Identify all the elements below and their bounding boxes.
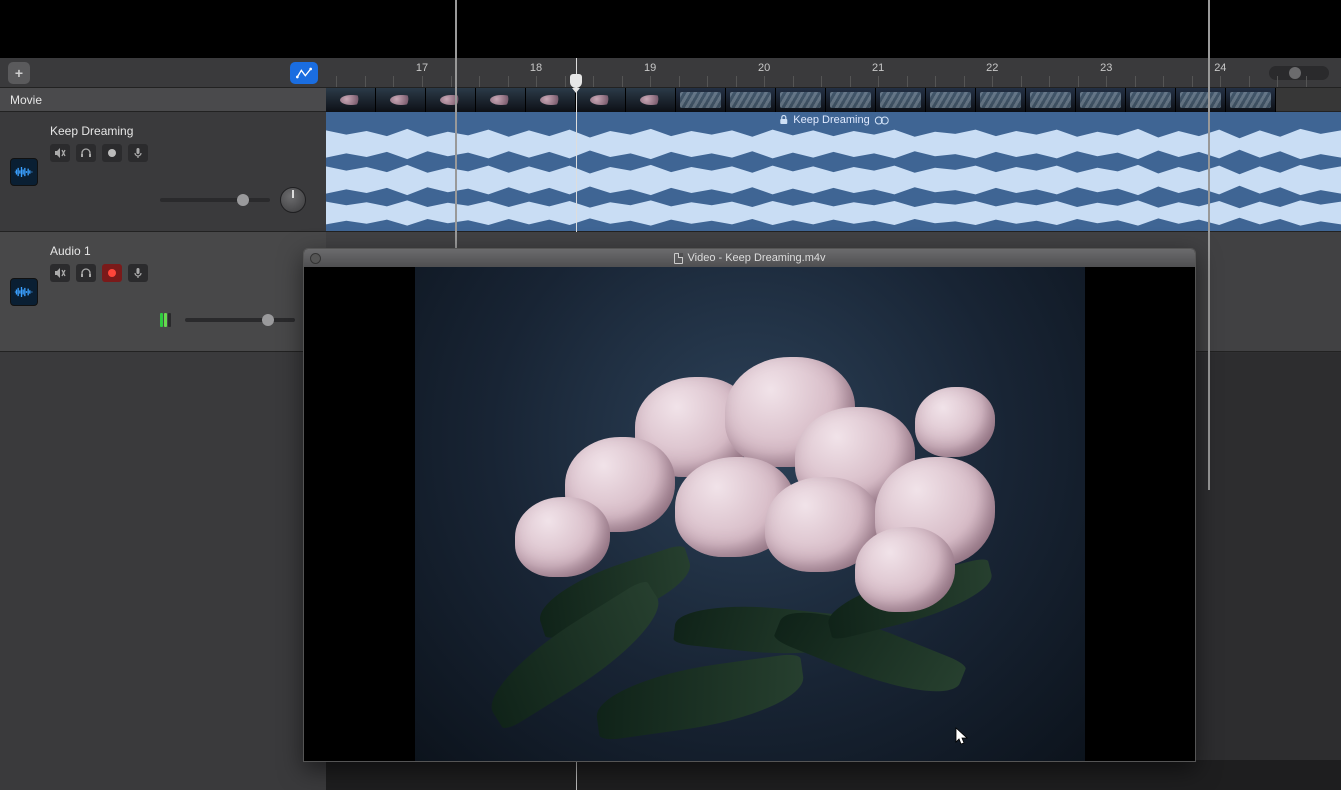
movie-thumbnail[interactable]	[726, 88, 776, 112]
track-mix-row	[160, 187, 306, 213]
stereo-icon	[875, 116, 889, 125]
ruler-tick-label: 18	[530, 62, 542, 74]
track-controls	[50, 264, 316, 282]
track-icon	[10, 158, 38, 186]
headphones-icon	[80, 147, 92, 159]
solo-button[interactable]	[76, 144, 96, 162]
movie-thumbnail[interactable]	[626, 88, 676, 112]
movie-thumbnail[interactable]	[1026, 88, 1076, 112]
level-meter	[160, 313, 171, 327]
ruler-tick-label: 22	[986, 62, 998, 74]
ruler-tick-label: 23	[1100, 62, 1112, 74]
bottom-playhead	[576, 760, 577, 790]
movie-thumbnail[interactable]	[776, 88, 826, 112]
solo-button[interactable]	[76, 264, 96, 282]
clip-label: Keep Dreaming	[793, 114, 869, 126]
ruler-tick-label: 17	[416, 62, 428, 74]
movie-thumbnail[interactable]	[326, 88, 376, 112]
bottom-strip	[326, 760, 1341, 790]
movie-thumbnail[interactable]	[576, 88, 626, 112]
movie-lane-header[interactable]: Movie	[0, 88, 326, 112]
playhead-handle[interactable]	[570, 74, 582, 88]
movie-thumbnail[interactable]	[1226, 88, 1276, 112]
playhead[interactable]	[576, 58, 577, 232]
ruler-tick-label: 19	[644, 62, 656, 74]
mute-icon	[54, 267, 66, 279]
track-controls	[50, 144, 316, 162]
cycle-end-marker[interactable]	[1208, 0, 1210, 490]
automation-icon	[296, 66, 312, 80]
cursor-icon	[955, 727, 969, 745]
video-window-title: Video - Keep Dreaming.m4v	[674, 252, 826, 264]
track-header-panel: + Movie Keep Dreaming	[0, 58, 326, 790]
mute-icon	[54, 147, 66, 159]
close-button[interactable]	[310, 253, 321, 264]
record-icon	[108, 269, 116, 277]
mic-icon	[132, 147, 144, 159]
record-icon	[108, 149, 116, 157]
add-track-button[interactable]: +	[8, 62, 30, 84]
ruler[interactable]: 161718192021222324	[326, 58, 1341, 88]
movie-thumbnail[interactable]	[426, 88, 476, 112]
top-black-bar	[0, 0, 1341, 58]
pan-knob[interactable]	[280, 187, 306, 213]
track-name-label: Audio 1	[50, 244, 316, 258]
video-preview-body	[304, 267, 1195, 761]
ruler-tick-label: 21	[872, 62, 884, 74]
input-monitor-button[interactable]	[128, 264, 148, 282]
mic-icon	[132, 267, 144, 279]
movie-thumbnail[interactable]	[476, 88, 526, 112]
app-root: + Movie Keep Dreaming	[0, 0, 1341, 790]
ruler-tick-label: 20	[758, 62, 770, 74]
document-icon	[674, 253, 683, 264]
mute-button[interactable]	[50, 144, 70, 162]
waveform-icon	[14, 164, 34, 180]
movie-thumbnail[interactable]	[826, 88, 876, 112]
ruler-tick-label: 24	[1214, 62, 1226, 74]
track-icon	[10, 278, 38, 306]
video-window-titlebar[interactable]: Video - Keep Dreaming.m4v	[304, 249, 1195, 267]
waveform-icon	[14, 284, 34, 300]
panel-header: +	[0, 58, 326, 88]
record-enable-button[interactable]	[102, 264, 122, 282]
volume-slider[interactable]	[160, 198, 270, 202]
movie-lane[interactable]	[326, 88, 1341, 112]
input-monitor-button[interactable]	[128, 144, 148, 162]
video-frame	[415, 267, 1085, 762]
mute-button[interactable]	[50, 264, 70, 282]
track-name-label: Keep Dreaming	[50, 124, 316, 138]
video-preview-window[interactable]: Video - Keep Dreaming.m4v	[303, 248, 1196, 762]
movie-thumbnail[interactable]	[676, 88, 726, 112]
movie-thumbnail[interactable]	[926, 88, 976, 112]
track-lane-keep-dreaming[interactable]: Keep Dreaming	[326, 112, 1341, 232]
headphones-icon	[80, 267, 92, 279]
track-header-audio-1[interactable]: Audio 1	[0, 232, 326, 352]
automation-toggle-button[interactable]	[290, 62, 318, 84]
movie-thumbnail[interactable]	[976, 88, 1026, 112]
movie-thumbnail[interactable]	[1176, 88, 1226, 112]
audio-clip-keep-dreaming[interactable]: Keep Dreaming	[326, 112, 1341, 231]
track-header-keep-dreaming[interactable]: Keep Dreaming	[0, 112, 326, 232]
lock-icon	[778, 115, 788, 125]
movie-thumbnail[interactable]	[376, 88, 426, 112]
movie-thumbnail[interactable]	[1076, 88, 1126, 112]
movie-thumbnails	[326, 88, 1341, 112]
clip-title: Keep Dreaming	[778, 114, 888, 126]
movie-thumbnail[interactable]	[876, 88, 926, 112]
movie-thumbnail[interactable]	[1126, 88, 1176, 112]
movie-thumbnail[interactable]	[526, 88, 576, 112]
volume-slider[interactable]	[185, 318, 295, 322]
record-enable-button[interactable]	[102, 144, 122, 162]
